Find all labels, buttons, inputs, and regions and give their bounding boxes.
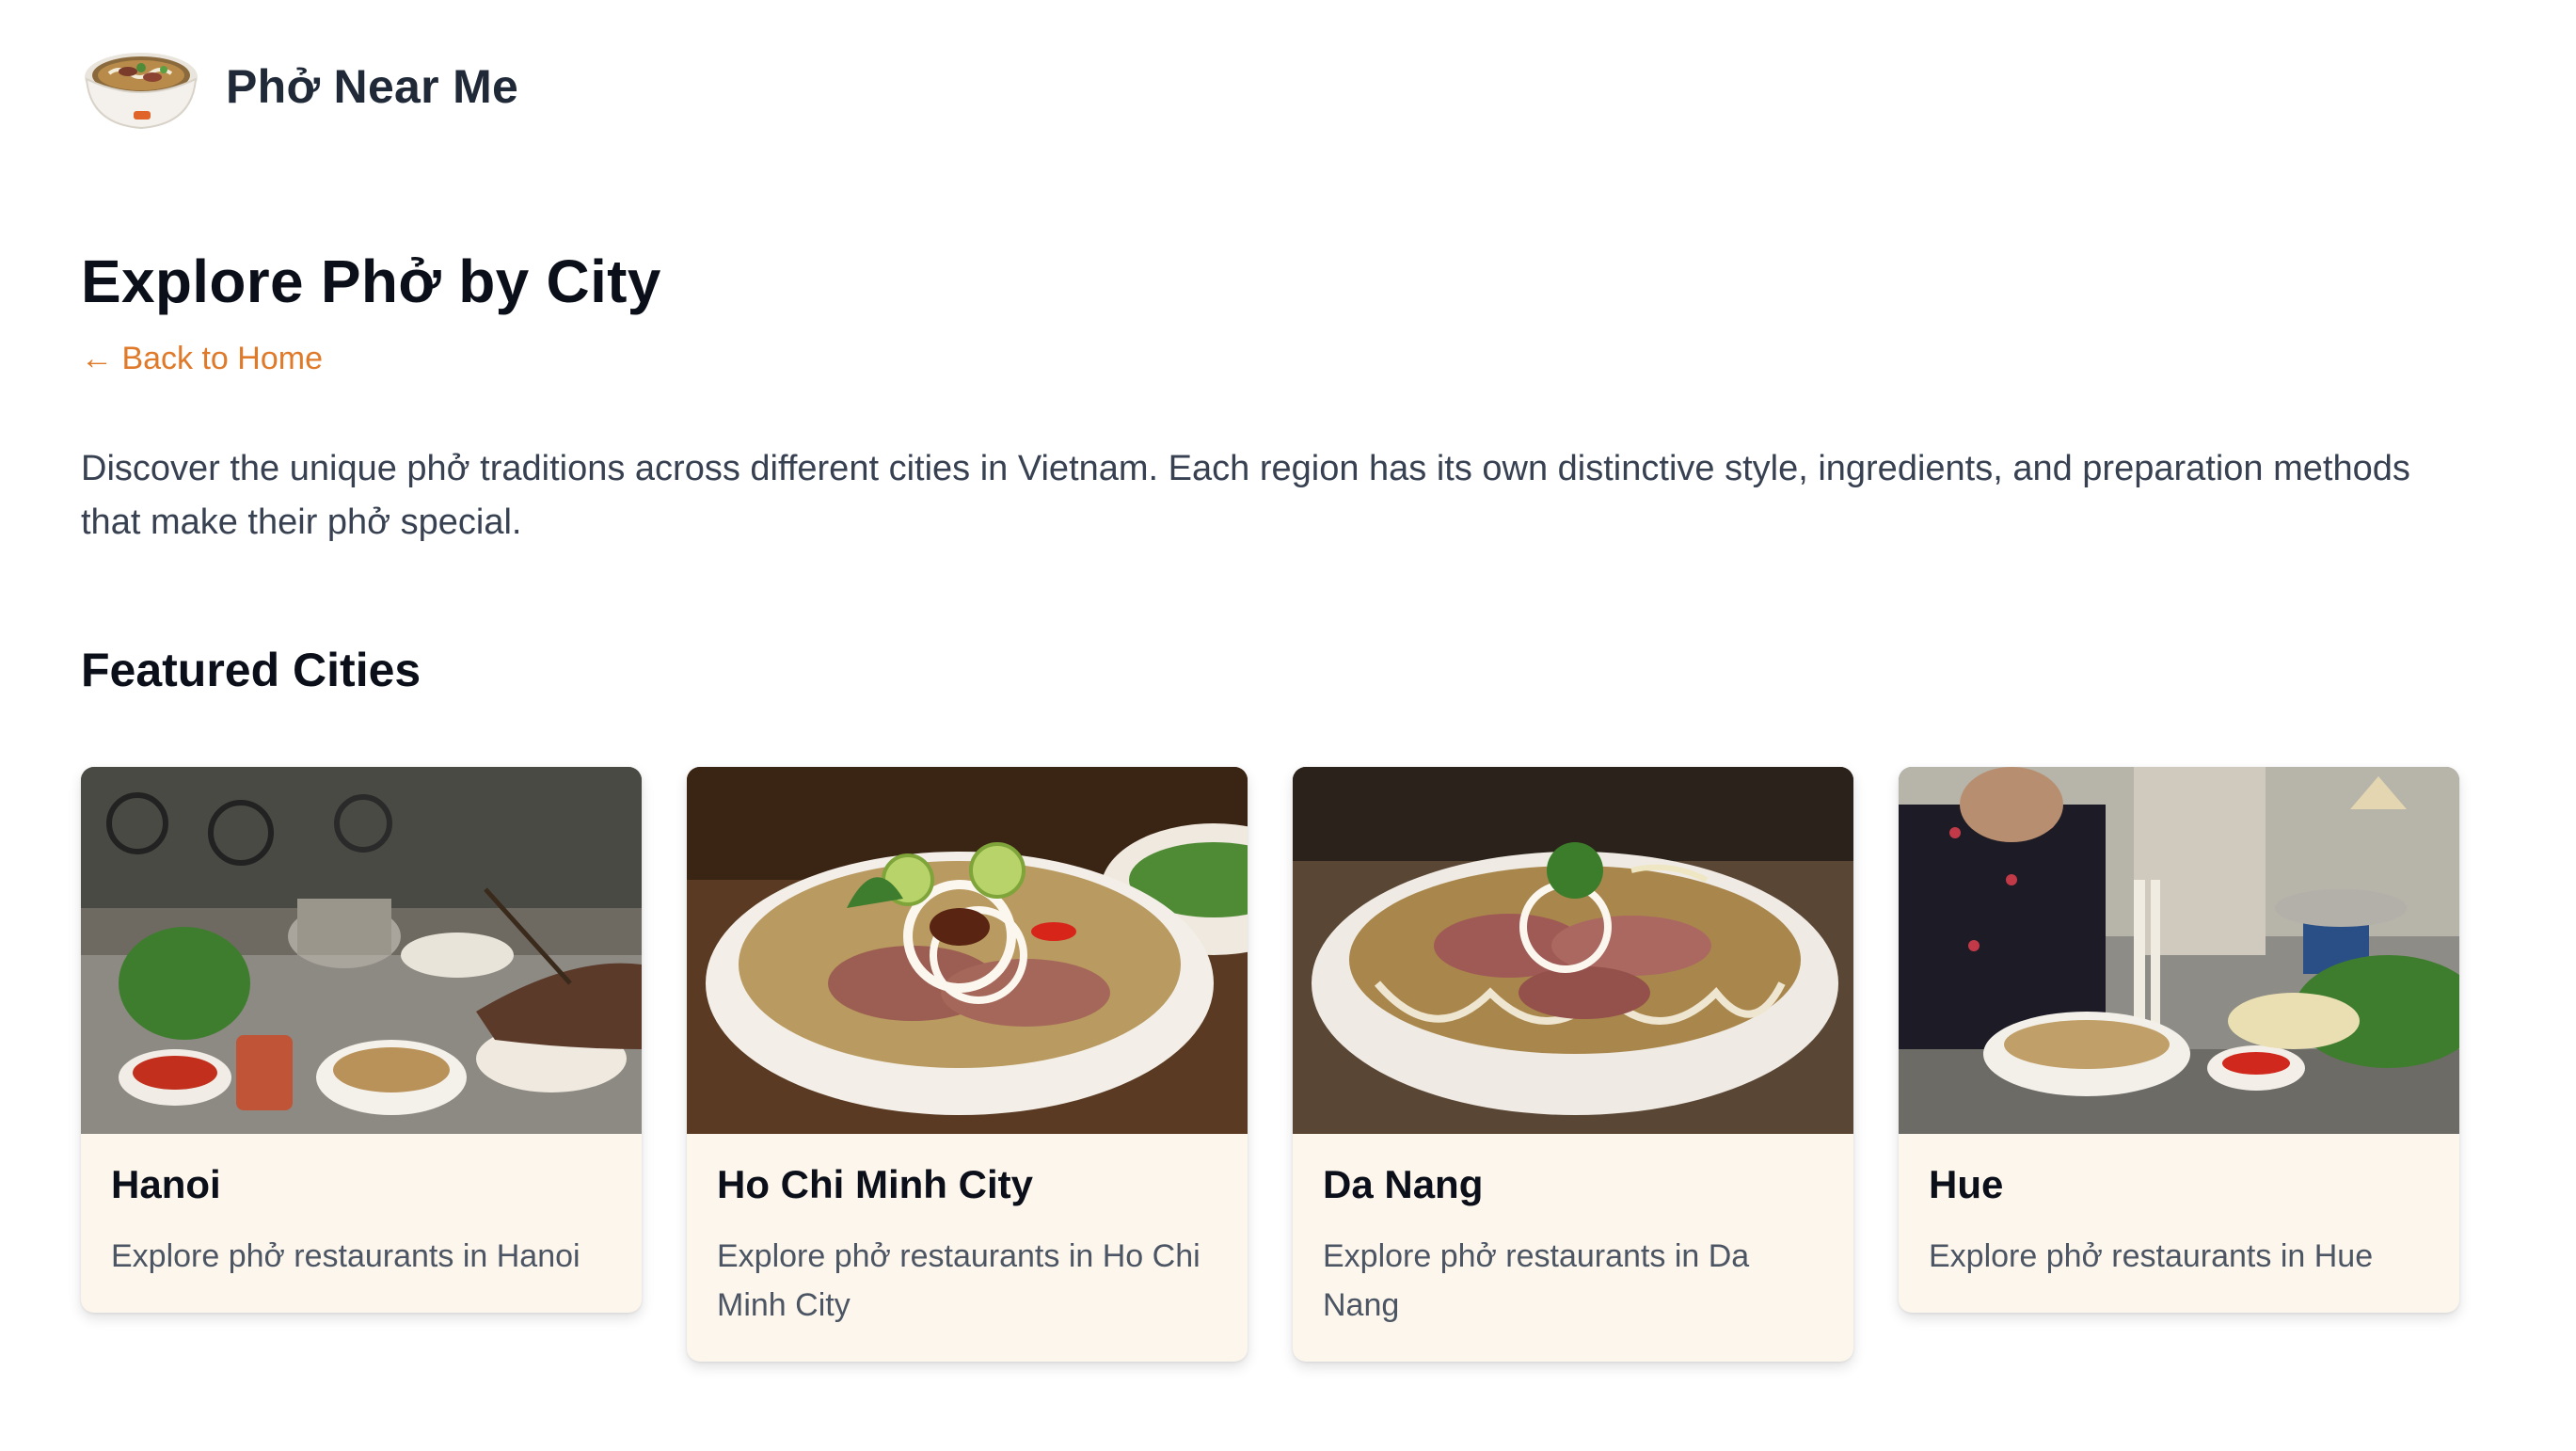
back-to-home-link[interactable]: ← Back to Home <box>81 341 323 377</box>
hue-street-vendor-photo <box>1899 767 2459 1134</box>
hanoi-street-pho-photo <box>81 767 642 1134</box>
city-card-description: Explore phở restaurants in Da Nang <box>1323 1238 1750 1323</box>
pho-bowl-logo-icon <box>85 53 198 130</box>
da-nang-pho-bowl-photo <box>1293 767 1853 1134</box>
city-card-description: Explore phở restaurants in Hue <box>1929 1238 2374 1274</box>
city-card-hue[interactable]: Hue Explore phở restaurants in Hue <box>1899 767 2459 1313</box>
page: Phở Near Me Explore Phở by City ← Back t… <box>0 0 2576 1451</box>
intro-paragraph: Discover the unique phở traditions acros… <box>81 449 2410 542</box>
city-card-ho-chi-minh-city[interactable]: Ho Chi Minh City Explore phở restaurants… <box>687 767 1248 1362</box>
city-card-description: Explore phở restaurants in Hanoi <box>111 1238 580 1274</box>
city-card-title: Hanoi <box>111 1162 221 1206</box>
ho-chi-minh-pho-bowl-photo <box>687 767 1248 1134</box>
city-card-hanoi[interactable]: Hanoi Explore phở restaurants in Hanoi <box>81 767 642 1313</box>
city-card-title: Da Nang <box>1323 1162 1484 1206</box>
featured-cities-heading: Featured Cities <box>81 644 421 696</box>
city-card-title: Ho Chi Minh City <box>717 1162 1033 1206</box>
city-card-description: Explore phở restaurants in Ho Chi Minh C… <box>717 1238 1201 1323</box>
page-title: Explore Phở by City <box>81 247 661 315</box>
site-logo-link[interactable]: Phở Near Me <box>81 40 518 134</box>
city-card-da-nang[interactable]: Da Nang Explore phở restaurants in Da Na… <box>1293 767 1853 1362</box>
city-card-title: Hue <box>1929 1162 2004 1206</box>
site-name: Phở Near Me <box>226 60 519 113</box>
